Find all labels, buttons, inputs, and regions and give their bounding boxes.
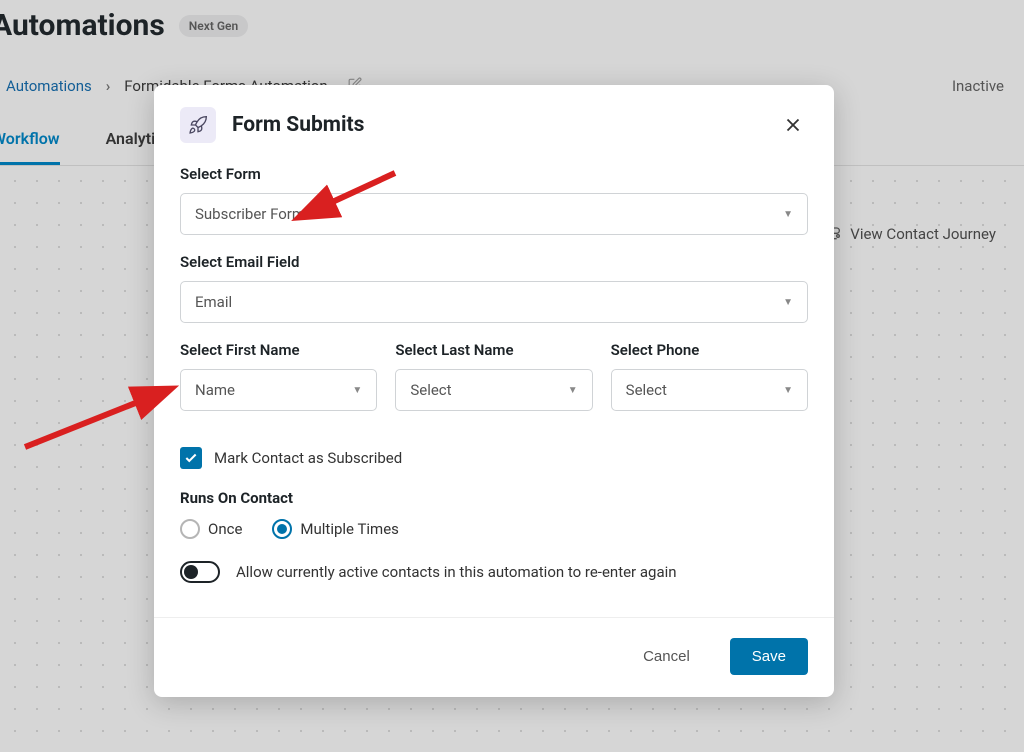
form-select[interactable]: Subscriber Form ▼ [180, 193, 808, 235]
nextgen-badge: Next Gen [179, 15, 248, 37]
reenter-toggle-label: Allow currently active contacts in this … [236, 563, 677, 581]
form-submits-modal: Form Submits Select Form Subscriber Form… [154, 85, 834, 697]
subscribed-checkbox-label: Mark Contact as Subscribed [214, 449, 402, 467]
radio-multiple[interactable] [272, 519, 292, 539]
email-select-value: Email [195, 293, 232, 311]
status-badge: Inactive [952, 77, 1004, 95]
modal-title: Form Submits [232, 113, 364, 137]
phone-select-value: Select [626, 381, 667, 399]
chevron-right-icon: › [106, 77, 111, 95]
firstname-select-value: Name [195, 381, 235, 399]
rocket-icon [180, 107, 216, 143]
radio-once[interactable] [180, 519, 200, 539]
chevron-down-icon: ▼ [352, 385, 362, 396]
phone-select[interactable]: Select ▼ [611, 369, 808, 411]
firstname-label: Select First Name [180, 341, 377, 359]
lastname-label: Select Last Name [395, 341, 592, 359]
chevron-down-icon: ▼ [568, 385, 578, 396]
reenter-toggle[interactable] [180, 561, 220, 583]
email-label: Select Email Field [180, 253, 808, 271]
cancel-button[interactable]: Cancel [621, 638, 712, 675]
firstname-select[interactable]: Name ▼ [180, 369, 377, 411]
radio-multiple-label: Multiple Times [300, 520, 398, 538]
tab-workflow[interactable]: Workflow [0, 129, 60, 165]
runs-on-contact-label: Runs On Contact [180, 489, 808, 507]
form-label: Select Form [180, 165, 808, 183]
lastname-select[interactable]: Select ▼ [395, 369, 592, 411]
close-icon[interactable] [778, 110, 808, 140]
breadcrumb-link-automations[interactable]: Automations [6, 77, 92, 95]
chevron-down-icon: ▼ [783, 385, 793, 396]
page-title: Automations [0, 8, 165, 43]
toggle-knob [184, 565, 198, 579]
radio-once-label: Once [208, 520, 242, 538]
view-journey-label: View Contact Journey [850, 225, 996, 243]
form-select-value: Subscriber Form [195, 205, 305, 223]
view-journey-link[interactable]: View Contact Journey [826, 224, 996, 244]
phone-label: Select Phone [611, 341, 808, 359]
subscribed-checkbox[interactable] [180, 447, 202, 469]
lastname-select-value: Select [410, 381, 451, 399]
chevron-down-icon: ▼ [783, 297, 793, 308]
email-select[interactable]: Email ▼ [180, 281, 808, 323]
chevron-down-icon: ▼ [783, 209, 793, 220]
save-button[interactable]: Save [730, 638, 808, 675]
